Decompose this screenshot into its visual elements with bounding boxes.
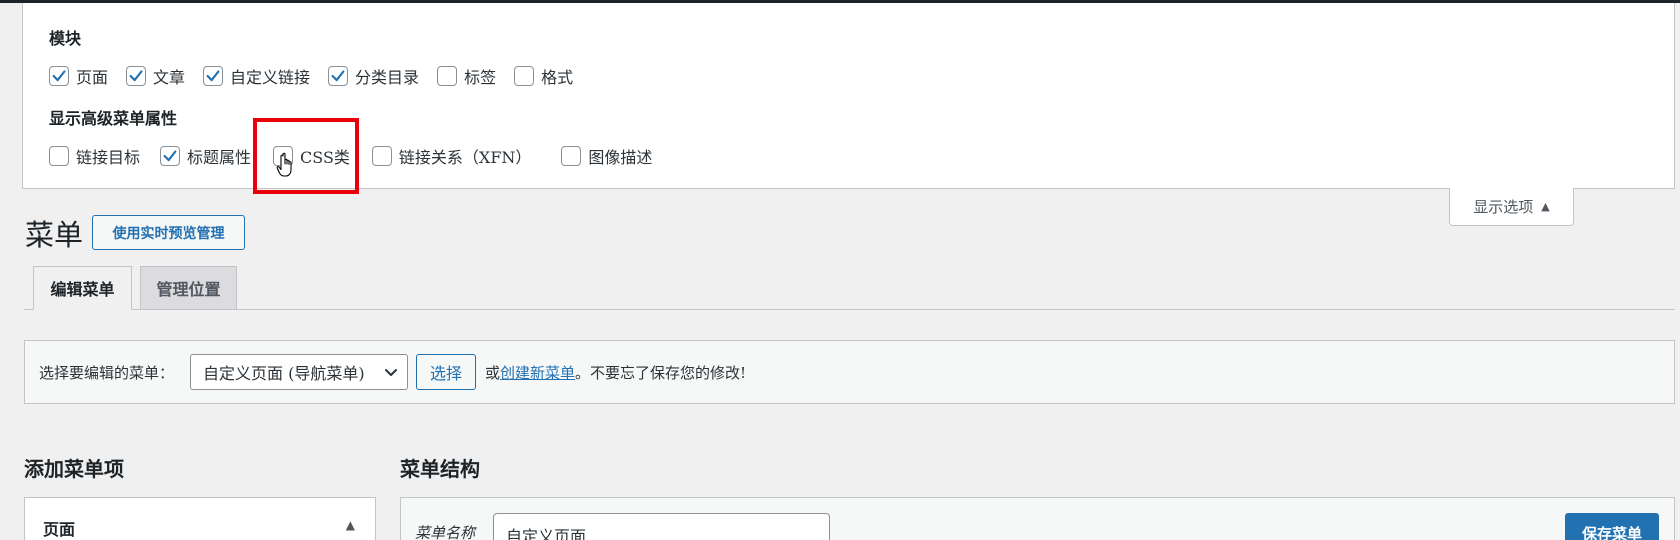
menu-structure-header: 菜单名称 自定义页面 保存菜单	[400, 497, 1675, 540]
menu-name-label: 菜单名称	[415, 524, 476, 540]
pages-accordion-title: 页面	[43, 520, 76, 539]
tab-manage-locations[interactable]: 管理位置	[140, 266, 237, 310]
screen-options-toggle[interactable]: 显示选项 ▲	[1449, 188, 1574, 226]
or-text: 或	[485, 363, 501, 382]
checkbox-description[interactable]	[561, 146, 582, 166]
checkbox-posts[interactable]	[126, 66, 147, 86]
box-option-formats[interactable]: 格式	[514, 64, 573, 88]
advanced-option-label: 链接目标	[76, 148, 141, 167]
check-icon	[52, 70, 66, 82]
box-option-label: 分类目录	[355, 68, 420, 87]
advanced-option-xfn[interactable]: 链接关系（XFN）	[371, 144, 532, 168]
checkbox-link-target[interactable]	[49, 146, 69, 166]
select-menu-prompt: 选择要编辑的菜单：	[39, 363, 175, 382]
pages-accordion[interactable]: 页面 ▲	[24, 497, 376, 540]
add-menu-items-title: 添加菜单项	[24, 457, 124, 481]
boxes-section-title: 模块	[49, 29, 82, 48]
box-option-label: 自定义链接	[230, 68, 311, 87]
box-option-label: 文章	[153, 68, 186, 87]
box-option-label: 页面	[76, 68, 109, 87]
advanced-section-title: 显示高级菜单属性	[49, 109, 178, 128]
highlight-box	[253, 118, 359, 194]
box-option-tags[interactable]: 标签	[437, 64, 496, 88]
caret-up-icon: ▲	[1541, 200, 1550, 213]
checkbox-title-attribute[interactable]	[160, 146, 181, 166]
box-option-pages[interactable]: 页面	[49, 64, 108, 88]
checkbox-pages[interactable]	[49, 66, 69, 86]
box-option-posts[interactable]: 文章	[126, 64, 185, 88]
check-icon	[129, 70, 143, 82]
menu-structure-title: 菜单结构	[400, 457, 480, 481]
check-icon	[163, 150, 177, 162]
create-new-menu-link[interactable]: 创建新菜单	[500, 362, 575, 383]
manage-menus-bar: 选择要编辑的菜单： 自定义页面 (导航菜单) 选择 或 创建新菜单 。不要忘了保…	[24, 340, 1675, 404]
box-option-label: 标签	[464, 68, 497, 87]
box-option-categories[interactable]: 分类目录	[328, 64, 419, 88]
advanced-option-label: 链接关系（XFN）	[398, 148, 532, 167]
advanced-option-title-attribute[interactable]: 标题属性	[160, 144, 251, 168]
checkbox-formats[interactable]	[514, 66, 535, 86]
hand-cursor-icon	[276, 152, 292, 177]
tabs-divider	[24, 309, 1675, 310]
advanced-option-label: 标题属性	[187, 148, 252, 167]
box-option-custom-links[interactable]: 自定义链接	[203, 64, 310, 88]
menu-select[interactable]: 自定义页面 (导航菜单)	[190, 354, 409, 390]
advanced-option-label: 图像描述	[588, 148, 653, 167]
page-title: 菜单	[25, 218, 84, 252]
checkbox-custom-links[interactable]	[203, 66, 224, 86]
caret-up-icon: ▲	[345, 518, 355, 532]
check-icon	[206, 70, 220, 82]
boxes-checkbox-row: 页面 文章 自定义链接 分类目录 标签 格式	[49, 64, 593, 88]
live-preview-button[interactable]: 使用实时预览管理	[92, 215, 245, 250]
advanced-option-link-target[interactable]: 链接目标	[49, 144, 140, 168]
checkbox-categories[interactable]	[328, 66, 349, 86]
advanced-option-description[interactable]: 图像描述	[561, 144, 652, 168]
chevron-down-icon	[385, 369, 398, 376]
checkbox-xfn[interactable]	[371, 146, 392, 166]
menu-select-value: 自定义页面 (导航菜单)	[203, 364, 365, 383]
save-reminder-text: 。不要忘了保存您的修改!	[575, 363, 747, 382]
box-option-label: 格式	[541, 68, 574, 87]
checkbox-tags[interactable]	[437, 66, 458, 86]
screen-options-toggle-label: 显示选项	[1473, 198, 1534, 216]
check-icon	[331, 70, 345, 82]
advanced-checkbox-row: 链接目标 标题属性 CSS类 链接关系（XFN） 图像描述	[49, 144, 672, 168]
menu-name-input[interactable]: 自定义页面	[493, 513, 830, 540]
save-menu-button[interactable]: 保存菜单	[1565, 513, 1659, 540]
select-menu-button[interactable]: 选择	[416, 354, 477, 390]
tab-edit-menus[interactable]: 编辑菜单	[33, 266, 132, 310]
